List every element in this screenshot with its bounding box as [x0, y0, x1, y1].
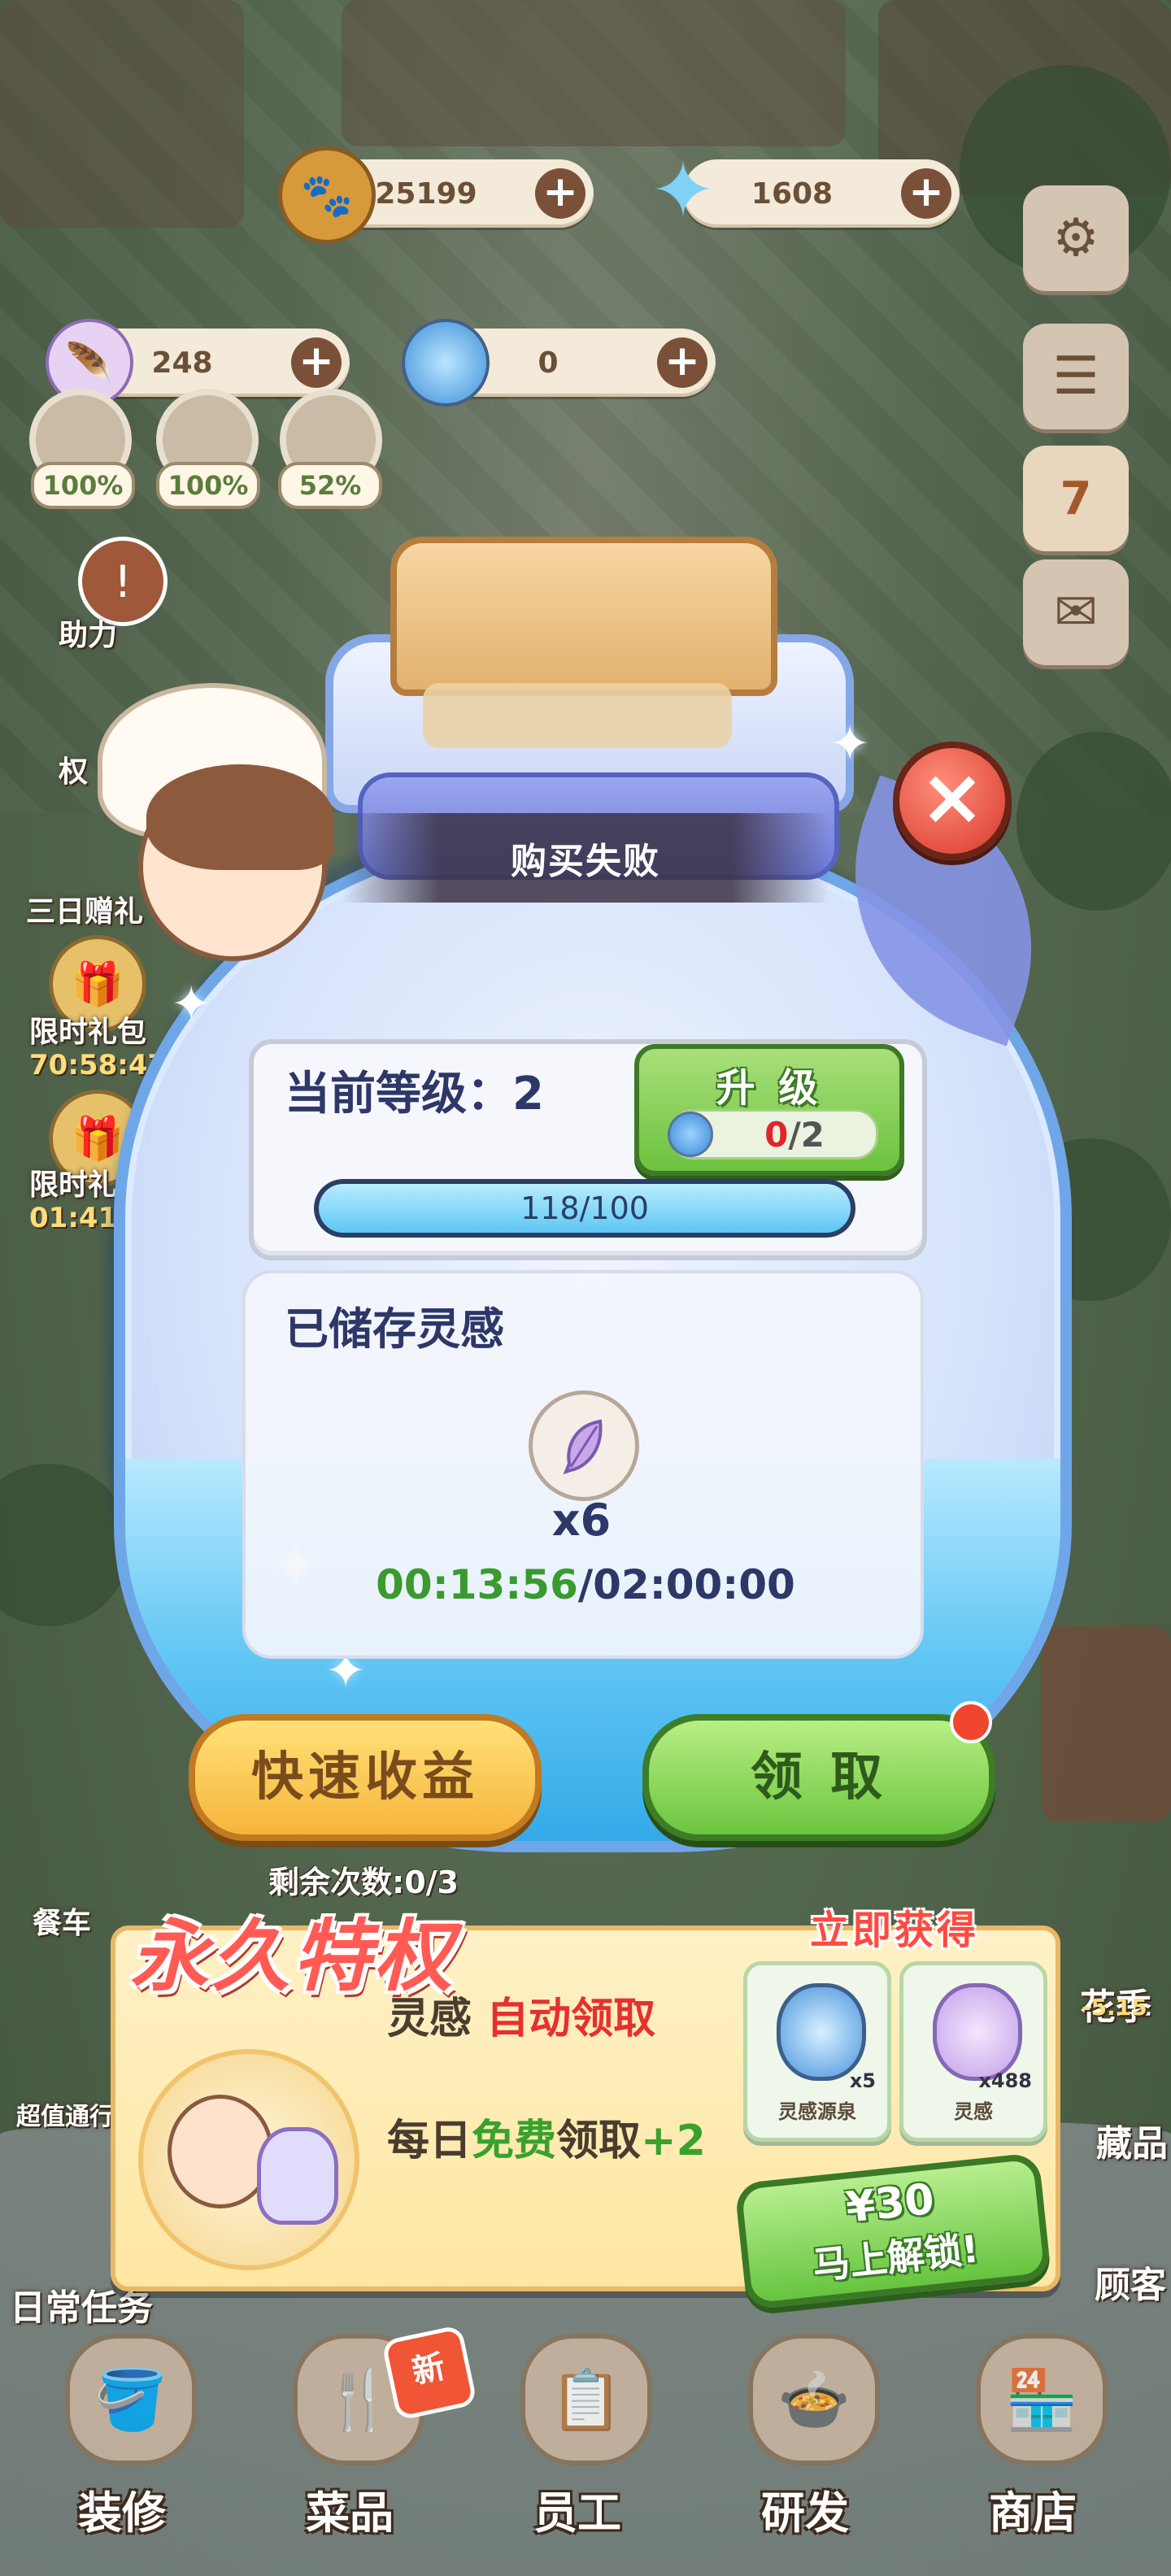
pot-icon: 🍲: [748, 2334, 880, 2465]
line2-mid: 领取: [556, 2117, 642, 2165]
quick-earnings-button[interactable]: 快速收益: [189, 1714, 542, 1841]
shop-icon: 🏪: [976, 2334, 1108, 2465]
clipboard-icon: 📋: [520, 2334, 652, 2465]
calendar-icon[interactable]: 7: [1023, 446, 1129, 551]
nav-label: 商店: [989, 2487, 1077, 2539]
nav-label: 员工: [533, 2487, 621, 2539]
privilege-avatar: [138, 2049, 359, 2270]
restaurant-label[interactable]: 餐车: [33, 1899, 91, 1942]
timer-total: /02:00:00: [577, 1561, 795, 1608]
collection-label[interactable]: 藏品: [1096, 2114, 1168, 2166]
stat-percent: 100%: [156, 462, 260, 509]
reward-name: 灵感: [954, 2100, 993, 2123]
mail-icon[interactable]: ✉: [1023, 559, 1129, 665]
upgrade-button[interactable]: 升 级 0/2: [634, 1044, 904, 1176]
rights-label: 权: [59, 755, 89, 789]
privilege-line-daily: 每日免费领取+2: [387, 2106, 706, 2167]
nav-research[interactable]: 🍲 研发: [716, 2334, 895, 2553]
notification-dot: [950, 1701, 992, 1743]
add-coins-button[interactable]: +: [535, 168, 586, 219]
reward-qty: x5: [849, 2069, 876, 2092]
flower-season-dates: -5.15: [1082, 1994, 1147, 2021]
limited-gift-label[interactable]: 限时礼包: [29, 1008, 146, 1051]
reward-name: 灵感源泉: [778, 2100, 856, 2123]
mini-jar: [257, 2127, 338, 2225]
jar-cork-inner: [423, 683, 732, 748]
jar-cork: [390, 537, 777, 696]
feather-icon: [529, 1390, 639, 1501]
reward-item: x5 灵感源泉: [743, 1961, 891, 2142]
collect-button[interactable]: 领 取: [642, 1714, 995, 1841]
upgrade-cost: 0/2: [668, 1109, 878, 1160]
nav-shop[interactable]: 🏪 商店: [943, 2334, 1122, 2553]
nav-label: 菜品: [306, 2487, 394, 2539]
nav-staff[interactable]: 📋 员工: [488, 2334, 667, 2553]
bottle-icon: [402, 319, 490, 407]
stored-title: 已储存灵感: [285, 1303, 504, 1355]
upgrade-have: 0: [764, 1114, 789, 1155]
line1-prefix: 灵感: [387, 1995, 472, 2043]
add-gems-button[interactable]: +: [901, 168, 951, 219]
line2-bonus: +2: [641, 2117, 706, 2165]
line2-free: 免费: [472, 2117, 557, 2165]
privilege-line-auto: 灵感 自动领取: [387, 1984, 655, 2045]
line1-highlight: 自动领取: [486, 1995, 656, 2043]
reward-qty: x488: [978, 2069, 1032, 2092]
stat-percent: 52%: [278, 462, 382, 509]
chef-character: [89, 683, 358, 976]
sparkle-icon: ✦: [829, 716, 871, 772]
reward-item: x488 灵感: [899, 1961, 1047, 2142]
exp-progress-text: 118/100: [520, 1190, 649, 1226]
toast-message: 购买失败: [342, 813, 829, 903]
menu-list-icon[interactable]: ☰: [1023, 324, 1129, 429]
upgrade-need: /2: [788, 1114, 825, 1155]
settings-gear-icon[interactable]: ⚙: [1023, 185, 1129, 291]
feather-icon-svg: [563, 1419, 603, 1475]
gem-counter: 1608 +: [683, 159, 960, 228]
nav-label: 研发: [761, 2487, 849, 2539]
upgrade-label: 升 级: [716, 1065, 823, 1111]
collect-timer: 00:13:56/02:00:00: [309, 1561, 862, 1608]
line2-prefix: 每日: [387, 2117, 472, 2165]
get-now-label: 立即获得: [810, 1908, 980, 1953]
feather-quantity: x6: [551, 1495, 612, 1546]
paw-coin-icon: 🐾: [278, 146, 376, 244]
nav-decorate[interactable]: 🪣 装修: [33, 2334, 211, 2553]
bottle-icon: [668, 1112, 713, 1157]
add-feathers-button[interactable]: +: [291, 337, 342, 388]
bottle-icon: [777, 1983, 866, 2081]
calendar-day: 7: [1060, 472, 1092, 525]
chef-hair: [146, 764, 333, 870]
assist-label: 助力: [59, 619, 118, 652]
bucket-icon: 🪣: [65, 2334, 197, 2465]
nav-label: 装修: [78, 2487, 166, 2539]
add-bottles-button[interactable]: +: [657, 337, 707, 388]
star-gem-icon: ✦: [650, 145, 716, 236]
new-badge: 新: [381, 2324, 478, 2422]
close-icon[interactable]: ×: [893, 742, 1012, 860]
upgrade-cost-text: 0/2: [713, 1115, 876, 1155]
value-pass-label[interactable]: 超值通行: [16, 2096, 114, 2132]
toast-text: 购买失败: [511, 841, 660, 882]
stat-percent: 100%: [31, 462, 135, 509]
timer-elapsed: 00:13:56: [376, 1561, 578, 1608]
customers-label[interactable]: 顾客: [1095, 2256, 1166, 2308]
current-level: 当前等级：2: [285, 1068, 544, 1120]
sparkle-icon: ✦: [171, 976, 212, 1033]
feather-icon: [933, 1983, 1022, 2081]
